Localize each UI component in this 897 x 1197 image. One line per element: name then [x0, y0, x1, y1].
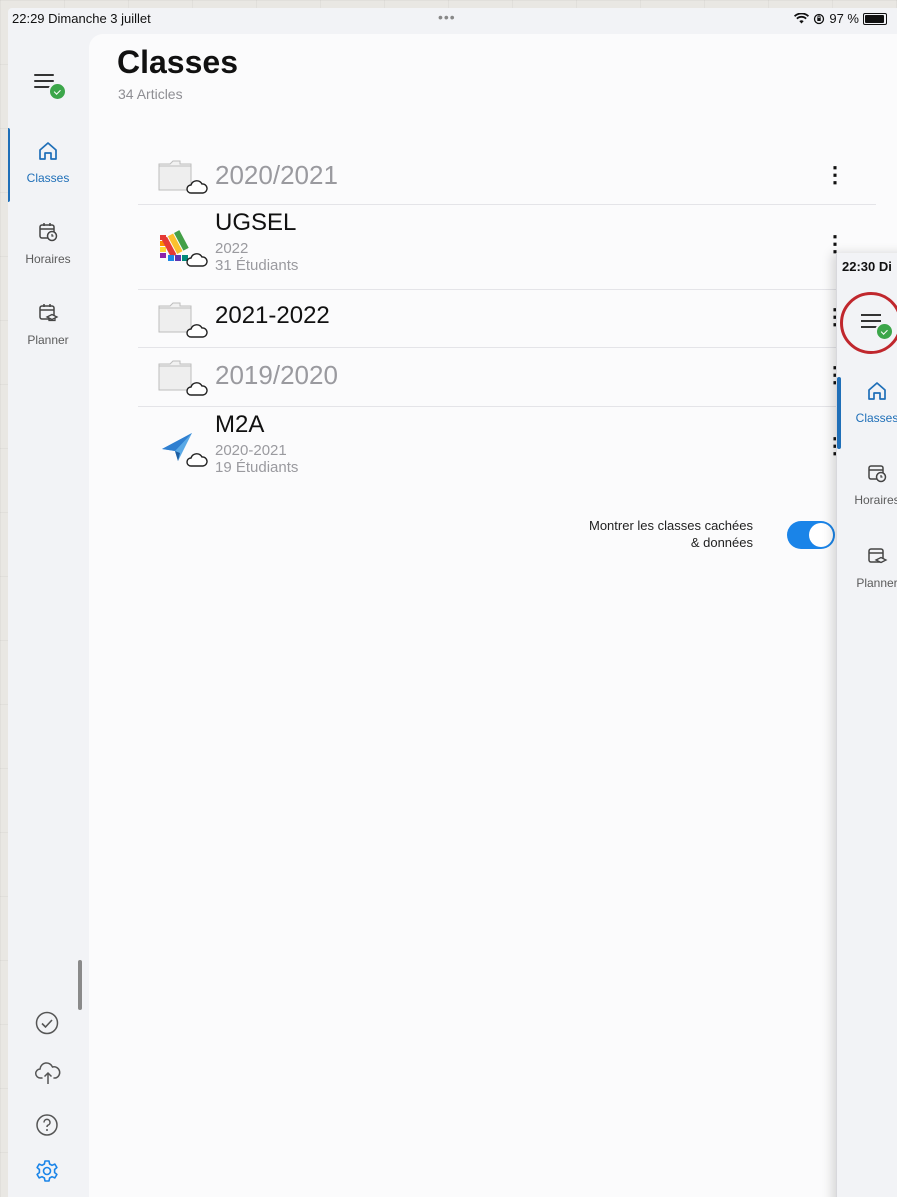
sidebar-item-classes[interactable]: Classes	[8, 140, 88, 185]
overlay-item-label: Classes	[855, 411, 897, 425]
overlay-active-indicator	[837, 377, 841, 449]
sidebar-item-label: Classes	[26, 171, 70, 185]
list-item[interactable]: M2A 2020-2021 19 Étudiants ⋮	[138, 407, 876, 487]
sidebar-item-label: Planner	[27, 333, 69, 347]
help-icon	[36, 1114, 58, 1136]
battery-icon	[863, 12, 887, 25]
settings-icon	[36, 1160, 58, 1182]
folder-title: 2019/2020	[215, 360, 338, 390]
status-right: 97 %	[794, 11, 887, 26]
class-students: 19 Étudiants	[215, 459, 299, 476]
home-icon	[868, 382, 886, 400]
main-content: Classes 34 Articles 2020/2021 ⋮ UGSEL 20…	[89, 34, 897, 1197]
wifi-icon	[794, 13, 810, 24]
overlay-status-time: 22:30 Di	[842, 259, 892, 274]
class-students: 31 Étudiants	[215, 257, 299, 274]
cloud-icon	[186, 324, 208, 338]
overlay-item-horaires[interactable]: Horaires	[847, 462, 897, 507]
sync-status-icon	[48, 82, 67, 101]
class-year: 2022	[215, 240, 249, 257]
toggle-label-line1: Montrer les classes cachées	[588, 518, 753, 533]
multitask-dots[interactable]: •••	[438, 9, 456, 25]
help-button[interactable]	[34, 1112, 60, 1143]
cloud-icon	[186, 253, 208, 267]
class-year: 2020-2021	[215, 442, 287, 459]
class-list: 2020/2021 ⋮ UGSEL 2022 31 Étudiants ⋮ 20…	[138, 148, 876, 487]
class-title: M2A	[215, 411, 265, 438]
folder-title: 2021-2022	[215, 302, 330, 329]
toggle-label-line2: & données	[690, 535, 753, 550]
item-count: 34 Articles	[118, 86, 183, 102]
scrollbar[interactable]	[78, 960, 82, 1010]
more-options-button[interactable]: ⋮	[824, 362, 846, 388]
list-item[interactable]: UGSEL 2022 31 Étudiants ⋮	[138, 205, 876, 290]
show-hidden-toggle[interactable]	[787, 521, 835, 549]
sidebar: Classes Horaires Planner	[8, 30, 88, 1197]
overlay-screenshot: 22:30 Di Classes Horaires Planner	[836, 253, 897, 1197]
check-circle-icon	[35, 1011, 59, 1035]
overlay-item-classes[interactable]: Classes	[847, 380, 897, 425]
overlay-menu-button[interactable]	[861, 310, 894, 341]
calendar-cap-icon	[39, 304, 59, 322]
sync-status-icon	[875, 322, 894, 341]
list-item[interactable]: 2020/2021 ⋮	[138, 148, 876, 205]
more-options-button[interactable]: ⋮	[824, 433, 846, 459]
cloud-sync-button[interactable]	[34, 1060, 62, 1091]
toggle-label: Montrer les classes cachées & données	[571, 517, 753, 551]
more-options-button[interactable]: ⋮	[824, 231, 846, 257]
folder-title: 2020/2021	[215, 160, 338, 190]
overlay-item-label: Planner	[856, 576, 897, 590]
list-item[interactable]: 2021-2022 ⋮	[138, 290, 876, 348]
menu-button[interactable]	[34, 70, 67, 101]
calendar-clock-icon	[39, 223, 58, 242]
orientation-lock-icon	[814, 13, 825, 24]
sidebar-item-horaires[interactable]: Horaires	[8, 221, 88, 266]
cloud-icon	[186, 180, 208, 194]
overlay-item-planner[interactable]: Planner	[847, 545, 897, 590]
sidebar-item-planner[interactable]: Planner	[8, 302, 88, 347]
home-icon	[39, 142, 57, 160]
overlay-item-label: Horaires	[854, 493, 897, 507]
more-options-button[interactable]: ⋮	[824, 162, 846, 188]
status-time: 22:29 Dimanche 3 juillet	[12, 11, 151, 26]
more-options-button[interactable]: ⋮	[824, 304, 846, 330]
cloud-icon	[186, 453, 208, 467]
page-title: Classes	[117, 44, 238, 80]
tasks-button[interactable]	[34, 1010, 60, 1041]
cloud-icon	[186, 382, 208, 396]
cloud-upload-icon	[35, 1062, 61, 1084]
status-bar: 22:29 Dimanche 3 juillet ••• 97 %	[8, 8, 897, 30]
sidebar-item-label: Horaires	[25, 252, 71, 266]
settings-button[interactable]	[34, 1158, 60, 1189]
calendar-clock-icon	[868, 465, 887, 483]
app-window: 22:29 Dimanche 3 juillet ••• 97 % Classe…	[8, 8, 897, 1197]
class-title: UGSEL	[215, 209, 297, 236]
calendar-cap-icon	[868, 548, 888, 564]
battery-percent: 97 %	[829, 11, 859, 26]
list-item[interactable]: 2019/2020 ⋮	[138, 348, 876, 407]
